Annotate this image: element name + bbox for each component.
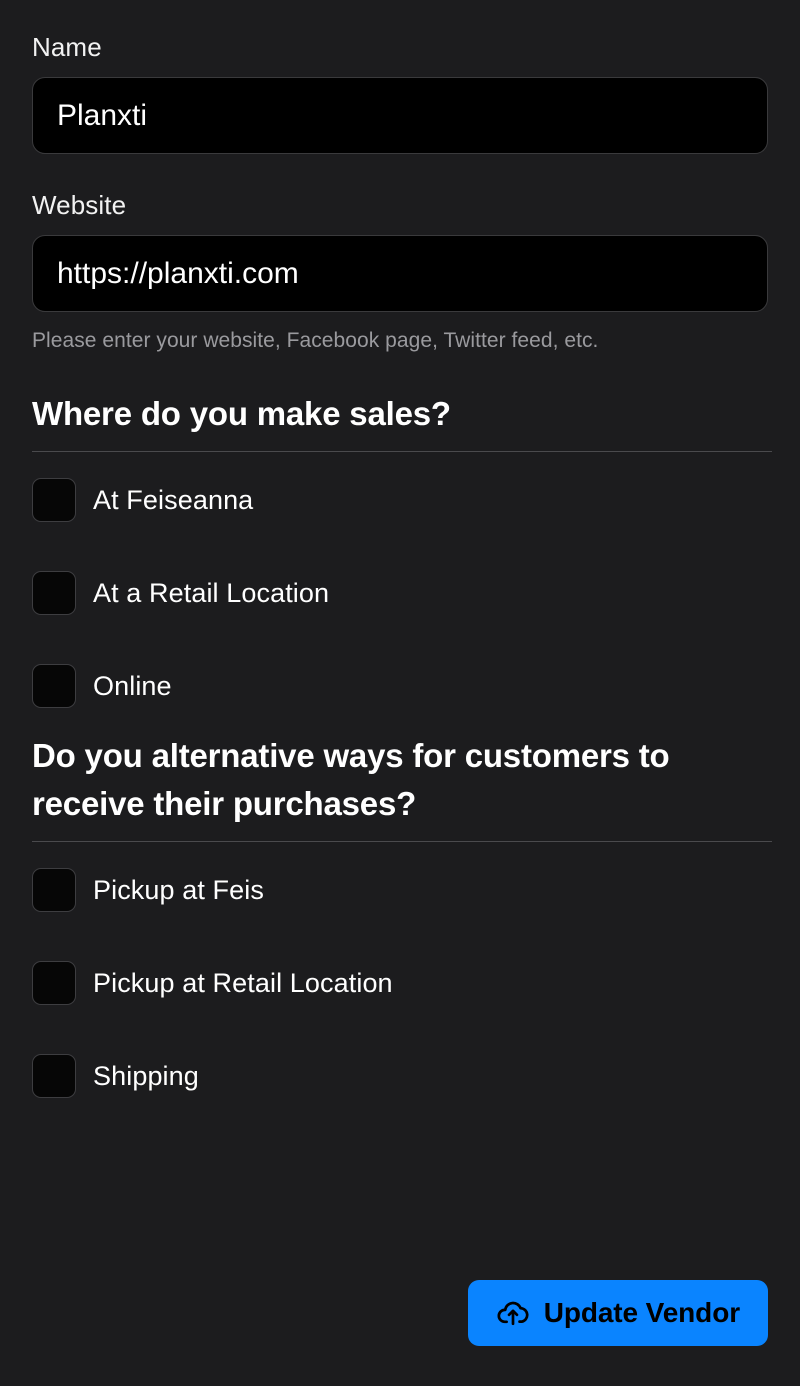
website-helper-text: Please enter your website, Facebook page… xyxy=(32,329,599,352)
checkbox-at-feiseanna[interactable] xyxy=(32,478,76,522)
update-vendor-button[interactable]: Update Vendor xyxy=(467,1280,768,1346)
section-divider xyxy=(32,841,772,842)
checkbox-row-pickup-at-feis[interactable]: Pickup at Feis xyxy=(32,868,768,912)
name-field-label: Name xyxy=(32,32,102,62)
checkbox-row-online[interactable]: Online xyxy=(32,664,768,708)
checkbox-pickup-at-feis[interactable] xyxy=(32,868,76,912)
update-vendor-button-label: Update Vendor xyxy=(543,1297,740,1328)
checkbox-label-pickup-at-feis: Pickup at Feis xyxy=(93,874,264,905)
checkbox-label-pickup-at-retail-location: Pickup at Retail Location xyxy=(93,967,393,998)
checkbox-label-shipping: Shipping xyxy=(93,1060,199,1091)
checkbox-row-shipping[interactable]: Shipping xyxy=(32,1054,768,1098)
checkbox-label-at-feiseanna: At Feiseanna xyxy=(93,484,254,515)
form-footer: Update Vendor xyxy=(32,1280,768,1346)
checkbox-label-online: Online xyxy=(93,670,172,701)
checkbox-label-at-retail-location: At a Retail Location xyxy=(93,577,330,608)
checkbox-row-pickup-at-retail-location[interactable]: Pickup at Retail Location xyxy=(32,961,768,1005)
sales-locations-section: Where do you make sales? At Feiseanna At… xyxy=(32,390,772,708)
section-divider xyxy=(32,451,772,452)
website-field-label: Website xyxy=(32,190,127,220)
delivery-methods-options: Pickup at Feis Pickup at Retail Location… xyxy=(32,868,768,1098)
vendor-edit-form: Name Website Please enter your website, … xyxy=(0,0,800,1386)
website-field-group: Website Please enter your website, Faceb… xyxy=(32,190,768,354)
name-input[interactable] xyxy=(32,77,768,154)
sales-locations-heading: Where do you make sales? xyxy=(32,395,451,432)
checkbox-shipping[interactable] xyxy=(32,1054,76,1098)
checkbox-row-at-retail-location[interactable]: At a Retail Location xyxy=(32,571,768,615)
website-input[interactable] xyxy=(32,235,768,312)
checkbox-online[interactable] xyxy=(32,664,76,708)
checkbox-pickup-at-retail-location[interactable] xyxy=(32,961,76,1005)
sales-locations-options: At Feiseanna At a Retail Location Online xyxy=(32,478,768,708)
checkbox-at-retail-location[interactable] xyxy=(32,571,76,615)
name-field-group: Name xyxy=(32,32,768,154)
checkbox-row-at-feiseanna[interactable]: At Feiseanna xyxy=(32,478,768,522)
delivery-methods-heading: Do you alternative ways for customers to… xyxy=(32,737,670,822)
cloud-upload-icon xyxy=(496,1296,530,1330)
delivery-methods-section: Do you alternative ways for customers to… xyxy=(32,732,772,1098)
